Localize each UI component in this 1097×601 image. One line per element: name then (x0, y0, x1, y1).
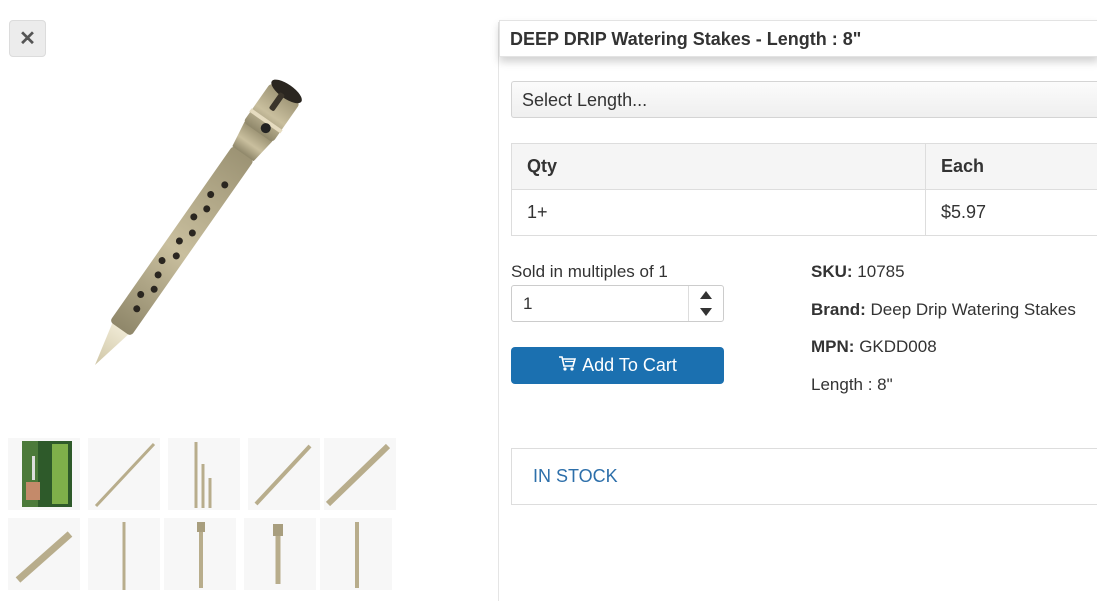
brand-value: Deep Drip Watering Stakes (870, 300, 1076, 319)
quantity-spinner (688, 286, 723, 321)
add-to-cart-button[interactable]: Add To Cart (511, 347, 724, 384)
chevron-up-icon[interactable] (689, 286, 723, 303)
thumbnail-6[interactable] (8, 518, 80, 590)
thumbnail-5[interactable] (324, 438, 396, 510)
mpn-label: MPN: (811, 337, 855, 356)
thumbnail-9[interactable] (244, 518, 316, 590)
product-title: DEEP DRIP Watering Stakes - Length : 8" (499, 20, 1097, 57)
thumbnail-8[interactable] (164, 518, 236, 590)
sku-line: SKU: 10785 (811, 262, 905, 282)
length-select[interactable]: Select Length... (511, 81, 1097, 118)
price-table-header: Qty Each (511, 143, 1097, 190)
length-line: Length : 8" (811, 375, 893, 394)
mpn-value: GKDD008 (859, 337, 937, 356)
sku-value: 10785 (857, 262, 905, 281)
thumbnail-2[interactable] (88, 438, 160, 510)
price-table: Qty Each 1+ $5.97 (511, 143, 1097, 236)
stock-panel: IN STOCK (511, 448, 1097, 505)
multiples-note: Sold in multiples of 1 (511, 262, 668, 281)
close-icon: ✕ (19, 27, 36, 50)
stock-status: IN STOCK (533, 466, 618, 486)
brand-line: Brand: Deep Drip Watering Stakes (811, 300, 1076, 320)
close-button[interactable]: ✕ (9, 20, 46, 57)
length-select-label: Select Length... (522, 90, 648, 110)
thumbnail-3[interactable] (168, 438, 240, 510)
chevron-down-icon[interactable] (689, 303, 723, 320)
thumbnail-7[interactable] (88, 518, 160, 590)
table-row: 1+ $5.97 (511, 189, 1097, 236)
price-cell: $5.97 (925, 189, 1097, 236)
quantity-input[interactable] (512, 286, 688, 321)
cart-icon (558, 355, 577, 376)
qty-header: Qty (511, 143, 926, 190)
qty-cell: 1+ (511, 189, 926, 236)
thumbnail-4[interactable] (248, 438, 320, 510)
brand-label: Brand: (811, 300, 866, 319)
thumbnail-1[interactable] (8, 438, 80, 510)
column-divider (498, 22, 499, 601)
main-product-image (10, 60, 485, 430)
thumbnail-10[interactable] (320, 518, 392, 590)
sku-label: SKU: (811, 262, 853, 281)
mpn-line: MPN: GKDD008 (811, 337, 937, 357)
add-to-cart-label: Add To Cart (582, 355, 677, 375)
quantity-stepper (511, 285, 724, 322)
each-header: Each (925, 143, 1097, 190)
